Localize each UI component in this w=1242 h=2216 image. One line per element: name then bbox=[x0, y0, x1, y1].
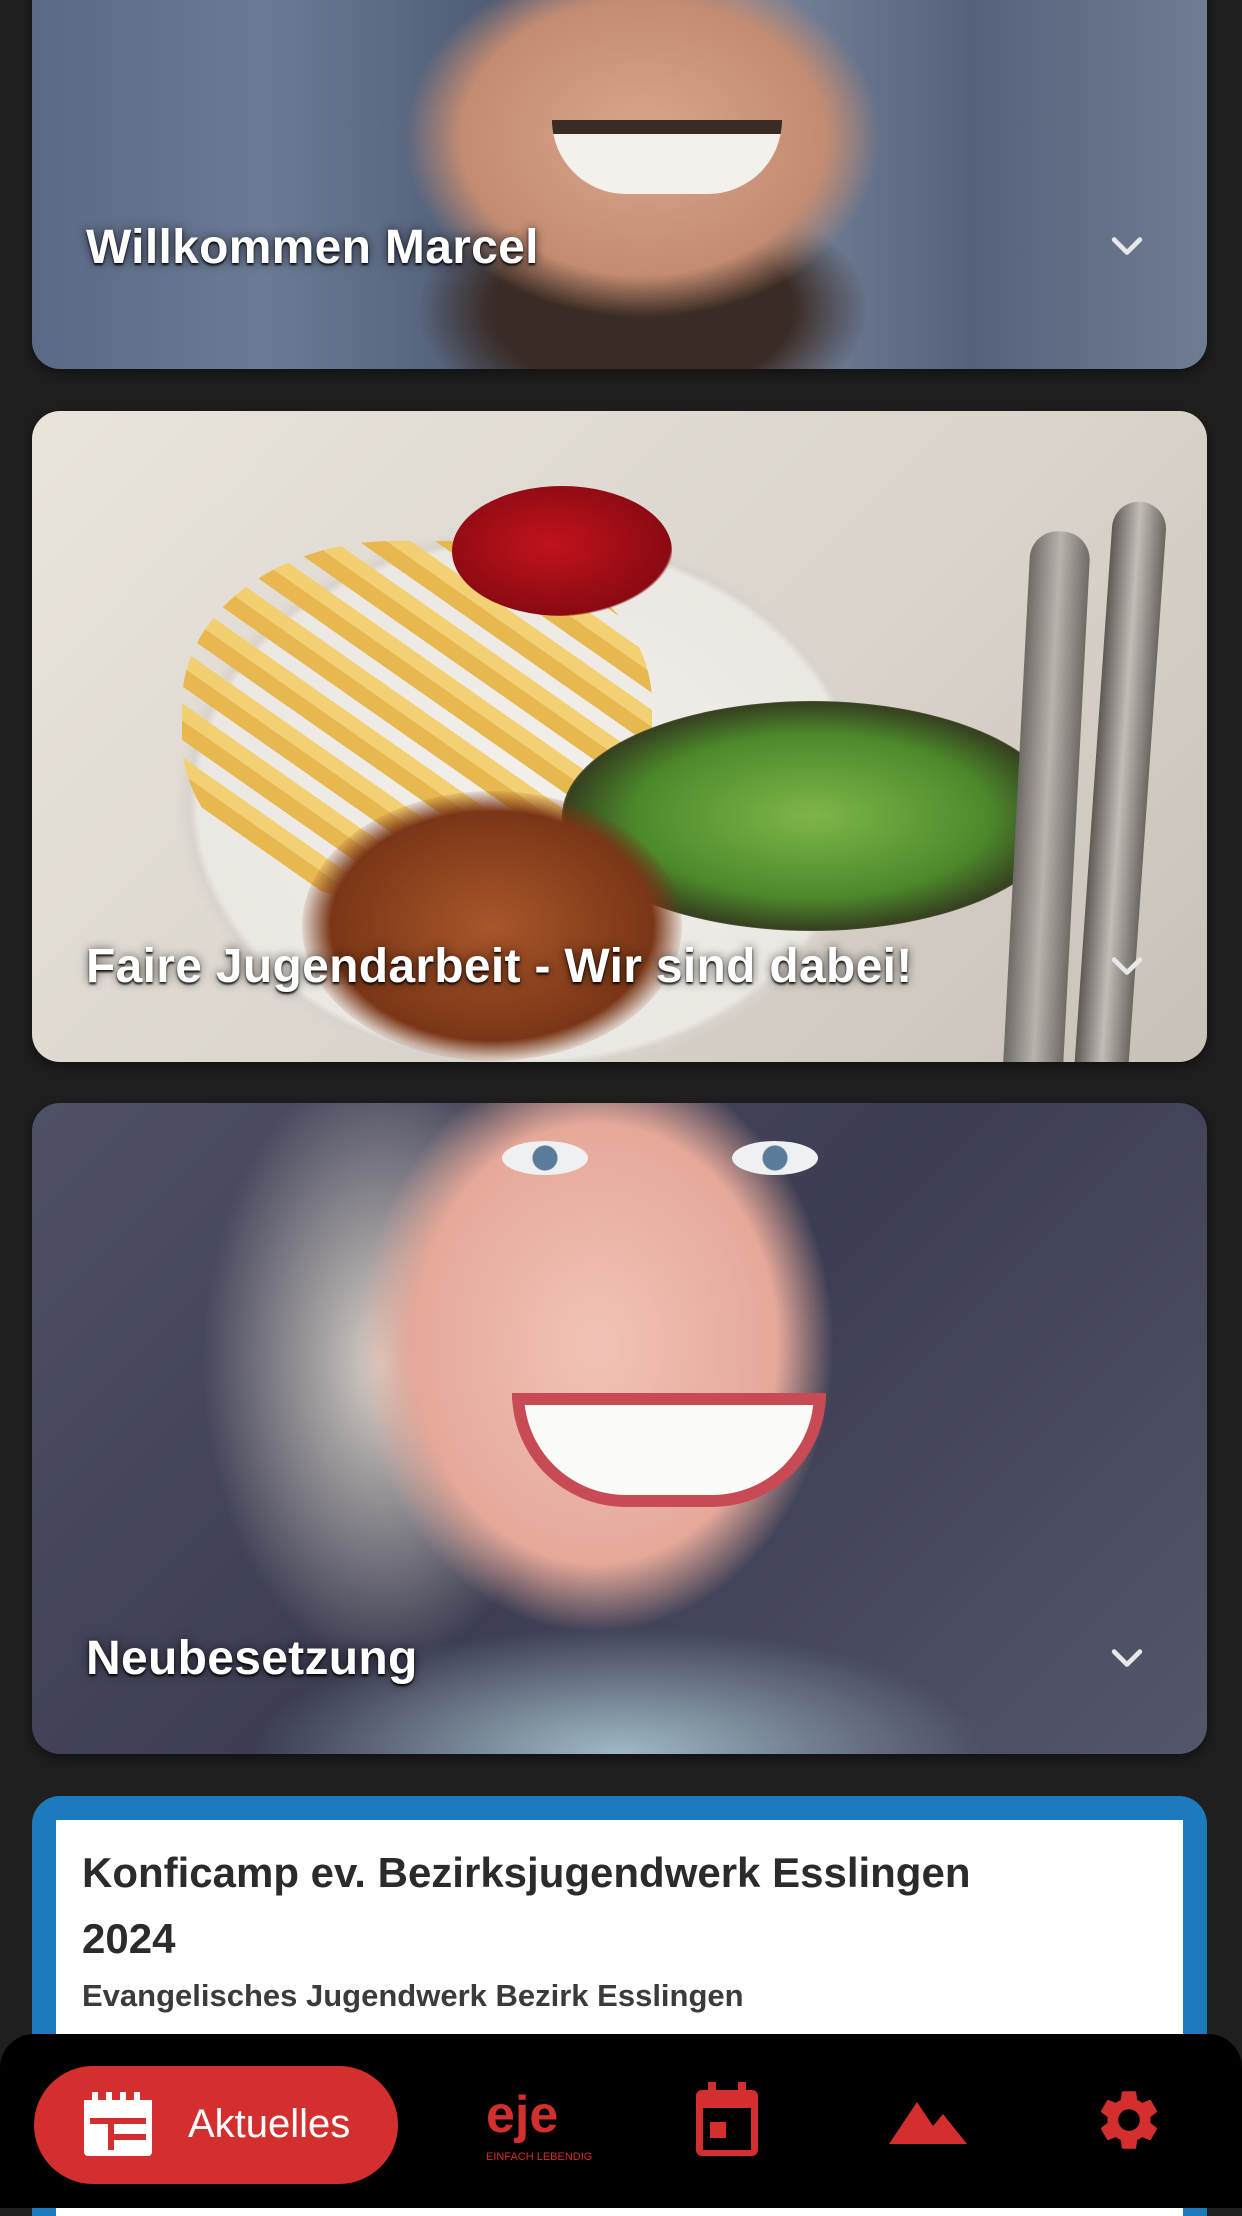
nav-item-calendar[interactable] bbox=[694, 2082, 760, 2158]
card-title: Neubesetzung bbox=[86, 1632, 418, 1685]
card-title: Willkommen Marcel bbox=[86, 221, 539, 274]
eje-logo-icon: eje EINFACH LEBENDIG bbox=[486, 2086, 592, 2163]
event-organizer: Evangelisches Jugendwerk Bezirk Esslinge… bbox=[82, 1978, 744, 2013]
svg-text:EINFACH LEBENDIG: EINFACH LEBENDIG bbox=[486, 2151, 592, 2163]
bottom-navigation: Aktuelles eje EINFACH LEBENDIG bbox=[0, 2034, 1242, 2208]
card-photo-detail bbox=[452, 486, 672, 616]
chevron-down-icon[interactable] bbox=[1105, 945, 1149, 989]
calendar-icon bbox=[696, 2082, 758, 2156]
nav-item-mountain[interactable] bbox=[889, 2082, 967, 2158]
event-title: Konficamp ev. Bezirksjugendwerk Esslinge… bbox=[82, 1849, 971, 1962]
svg-text:eje: eje bbox=[486, 2086, 558, 2144]
chevron-down-icon[interactable] bbox=[1105, 1637, 1149, 1681]
news-icon bbox=[84, 2092, 152, 2156]
card-title: Faire Jugendarbeit - Wir sind dabei! bbox=[86, 940, 913, 993]
news-card-faire-jugendarbeit[interactable]: Faire Jugendarbeit - Wir sind dabei! bbox=[32, 411, 1207, 1062]
nav-item-label: Aktuelles bbox=[188, 2102, 351, 2146]
nav-item-aktuelles[interactable]: Aktuelles bbox=[34, 2066, 398, 2184]
eje-logo[interactable]: eje EINFACH LEBENDIG bbox=[484, 2082, 594, 2168]
gear-icon bbox=[1100, 2091, 1158, 2149]
news-card-neubesetzung[interactable]: Neubesetzung bbox=[32, 1103, 1207, 1754]
card-photo-detail bbox=[302, 791, 682, 1061]
chevron-down-icon[interactable] bbox=[1105, 225, 1149, 269]
card-photo-detail bbox=[732, 1141, 818, 1175]
nav-item-settings[interactable] bbox=[1093, 2082, 1165, 2158]
news-card-willkommen[interactable]: Willkommen Marcel bbox=[32, 0, 1207, 369]
card-photo-detail bbox=[502, 1141, 588, 1175]
mountain-icon bbox=[889, 2102, 967, 2144]
